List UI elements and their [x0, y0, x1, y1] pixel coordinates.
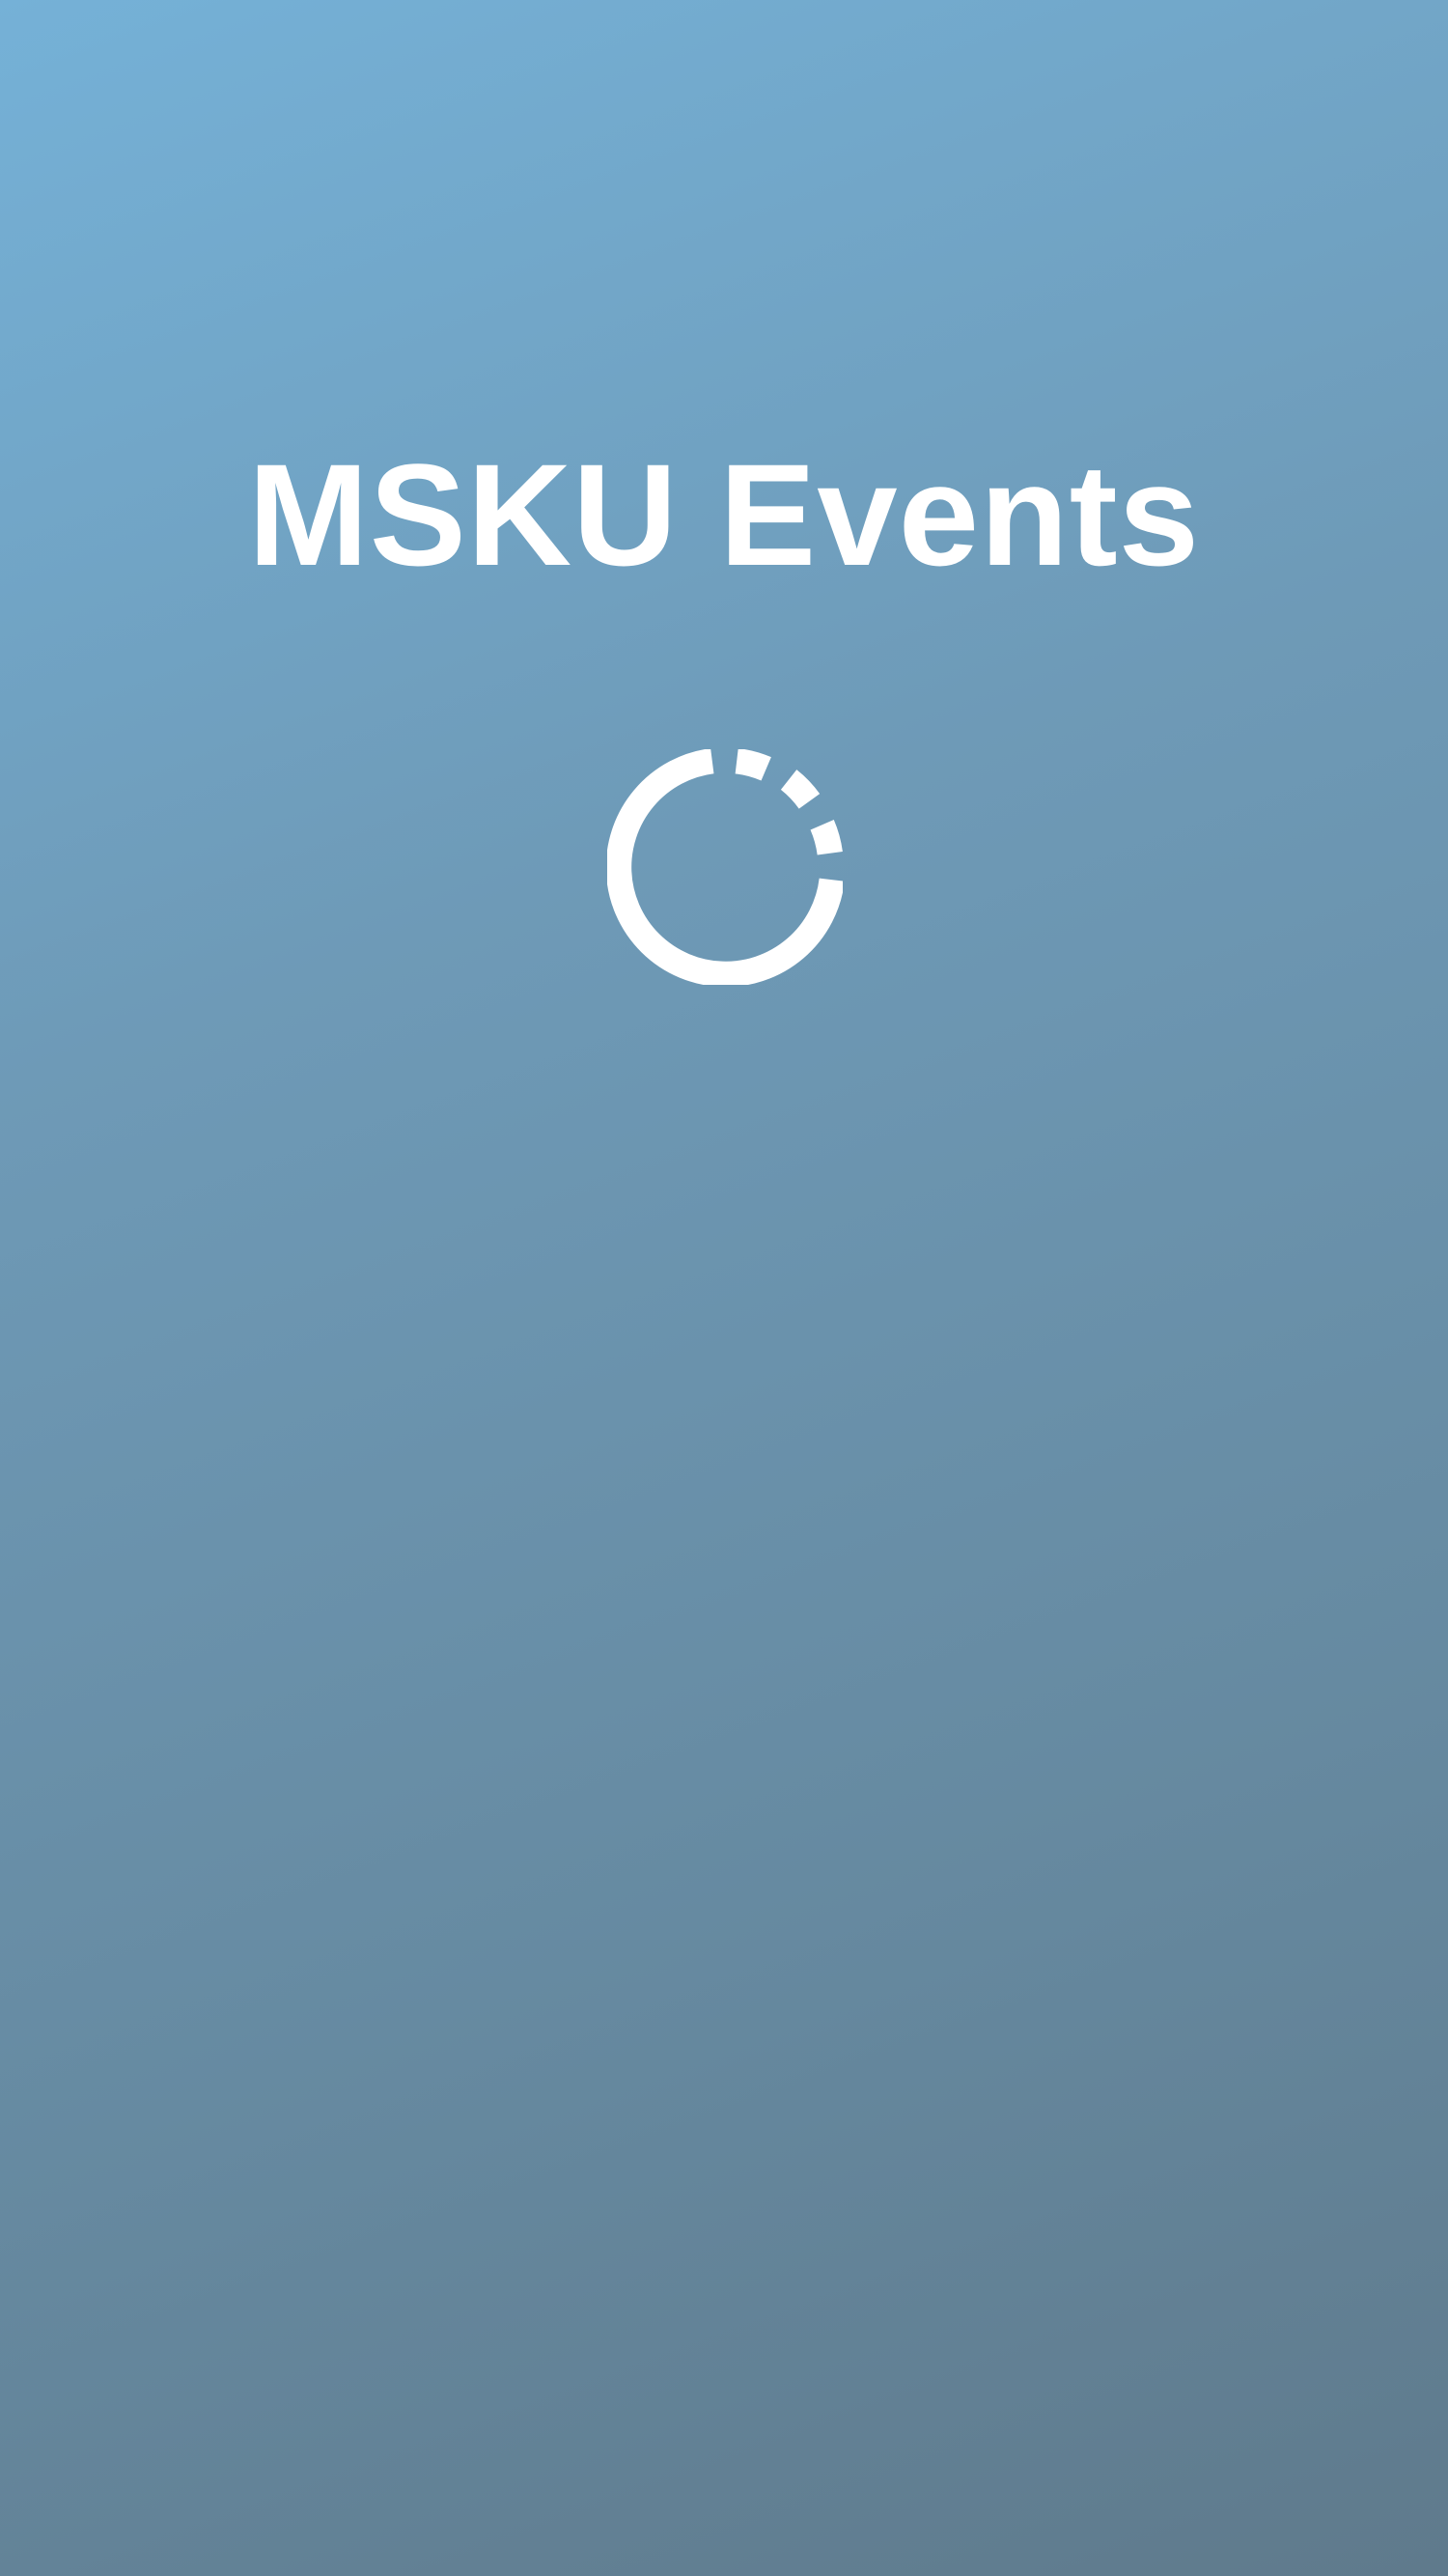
splash-screen: MSKU Events — [0, 0, 1448, 2576]
spinner-segment-2 — [780, 770, 821, 809]
loading-spinner-icon — [607, 749, 843, 985]
app-title: MSKU Events — [247, 434, 1201, 596]
spinner-segment-3 — [810, 820, 843, 855]
spinner-segment-1 — [735, 749, 771, 781]
